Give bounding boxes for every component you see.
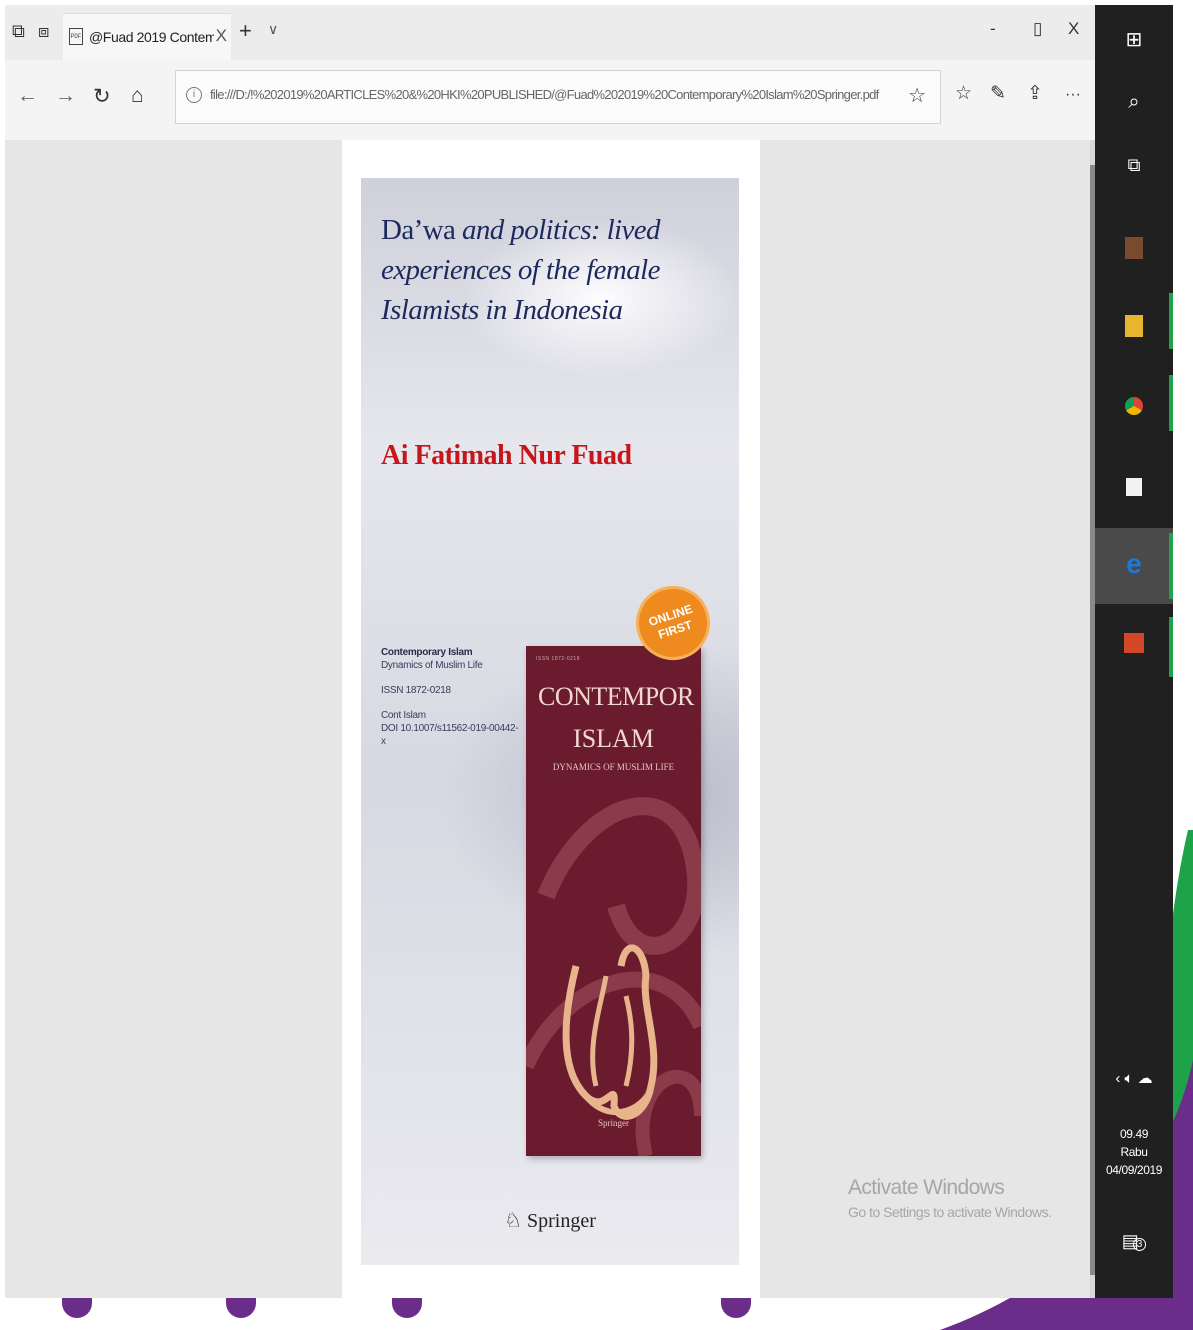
system-tray-icons[interactable]: ‹ 🔈︎ ☁︎ — [1095, 1069, 1173, 1087]
taskbar-clock[interactable]: 09.49 Rabu 04/09/2019 — [1095, 1125, 1173, 1179]
favorites-icon[interactable]: ☆ — [955, 82, 972, 105]
notification-center-icon[interactable]: ▤3 — [1095, 1231, 1173, 1252]
publisher-name: Springer — [527, 1210, 596, 1232]
clock-day: Rabu — [1120, 1145, 1148, 1159]
tab-close-button[interactable]: X — [216, 26, 227, 46]
clock-time: 09.49 — [1119, 1127, 1149, 1141]
browser-window: ⧉ ⧈ PDF @Fuad 2019 Contempc X + ∨ - ▯ X … — [5, 5, 1095, 1298]
publisher-logo: ♘ Springer — [361, 1208, 739, 1233]
task-view-icon[interactable]: ⧉ — [1095, 155, 1173, 176]
favorite-star-icon[interactable]: ☆ — [908, 83, 926, 108]
new-tab-button[interactable]: + — [239, 18, 252, 44]
pen-icon[interactable]: ✎ — [990, 82, 1006, 105]
share-icon[interactable]: ⇪ — [1027, 82, 1043, 105]
tab-bar: ⧉ ⧈ PDF @Fuad 2019 Contempc X + ∨ - ▯ X — [5, 5, 1095, 60]
cover-publisher: Springer — [598, 1118, 629, 1128]
running-indicator — [1169, 375, 1173, 431]
minimize-button[interactable]: - — [990, 19, 996, 39]
windows-taskbar: ⊞ ⌕ ⧉ e ‹ 🔈︎ ☁︎ 09.49 Rabu 04/09/2019 ▤3 — [1095, 5, 1173, 1298]
powerpoint-icon[interactable] — [1095, 625, 1173, 665]
article-cover: Da’wa and politics: lived experiences of… — [361, 178, 739, 1265]
cover-small-print: ISSN 1872-0218 — [536, 656, 580, 662]
notification-count: 3 — [1132, 1238, 1147, 1251]
refresh-icon[interactable]: ↻ — [93, 84, 111, 109]
running-indicator — [1169, 617, 1173, 677]
taskbar-app-photo[interactable] — [1095, 233, 1173, 265]
restore-tabs-icon[interactable]: ⧈ — [38, 21, 49, 41]
calligraphy-illustration — [526, 797, 701, 1156]
onedrive-icon[interactable]: ☁︎ — [1138, 1070, 1153, 1087]
running-indicator — [1169, 293, 1173, 349]
forward-icon[interactable]: → — [55, 84, 76, 108]
url-text[interactable]: file:///D:/!%202019%20ARTICLES%20&%20HKI… — [210, 87, 879, 102]
issn: ISSN 1872-0218 — [381, 685, 451, 696]
chrome-icon[interactable] — [1095, 387, 1173, 427]
springer-knight-icon: ♘ — [504, 1210, 523, 1232]
journal-metadata: Contemporary Islam Dynamics of Muslim Li… — [381, 646, 521, 748]
journal-cover-image: ISSN 1872-0218 CONTEMPOR ISLAM DYNAMICS … — [526, 646, 701, 1156]
watermark-subtitle: Go to Settings to activate Windows. — [848, 1204, 1052, 1220]
close-window-button[interactable]: X — [1068, 19, 1079, 39]
article-title: Da’wa and politics: lived experiences of… — [381, 210, 731, 330]
home-icon[interactable]: ⌂ — [131, 84, 144, 108]
journal-abbrev: Cont Islam — [381, 710, 426, 721]
tab-active[interactable]: PDF @Fuad 2019 Contempc X — [63, 13, 231, 60]
running-indicator — [1169, 533, 1173, 599]
journal-subtitle: Dynamics of Muslim Life — [381, 660, 483, 671]
activate-windows-watermark: Activate Windows Go to Settings to activ… — [848, 1176, 1052, 1220]
cover-title-line1: CONTEMPOR — [538, 682, 694, 711]
article-author: Ai Fatimah Nur Fuad — [381, 440, 632, 471]
chevron-left-icon[interactable]: ‹ — [1115, 1070, 1120, 1087]
back-icon[interactable]: ← — [17, 84, 38, 108]
cover-title-line2: ISLAM — [573, 724, 654, 753]
tab-title: @Fuad 2019 Contempc — [89, 29, 214, 45]
maximize-button[interactable]: ▯ — [1033, 19, 1042, 39]
pdf-page: Da’wa and politics: lived experiences of… — [342, 140, 760, 1298]
store-icon[interactable] — [1095, 468, 1173, 508]
more-button[interactable]: ··· — [1065, 86, 1081, 104]
site-info-icon[interactable]: i — [186, 87, 202, 103]
file-explorer-icon[interactable] — [1095, 307, 1173, 347]
tab-preview-dropdown[interactable]: ∨ — [268, 21, 278, 38]
edge-icon[interactable]: e — [1095, 528, 1173, 604]
cover-subtitle: DYNAMICS OF MUSLIM LIFE — [552, 762, 675, 772]
start-windows-icon[interactable]: ⊞ — [1095, 27, 1173, 52]
address-toolbar: ← → ↻ ⌂ i file:///D:/!%202019%20ARTICLES… — [5, 60, 1095, 141]
search-icon[interactable]: ⌕ — [1095, 91, 1173, 114]
journal-name: Contemporary Islam — [381, 647, 473, 658]
clock-date: 04/09/2019 — [1105, 1163, 1163, 1177]
volume-icon[interactable]: 🔈︎ — [1124, 1070, 1133, 1087]
watermark-title: Activate Windows — [848, 1176, 1005, 1199]
pdf-file-icon: PDF — [69, 28, 83, 45]
article-title-roman: Da’wa — [381, 214, 456, 246]
doi: DOI 10.1007/s11562-019-00442-x — [381, 723, 519, 747]
address-bar[interactable]: i file:///D:/!%202019%20ARTICLES%20&%20H… — [175, 70, 941, 124]
pdf-viewer[interactable]: Da’wa and politics: lived experiences of… — [5, 140, 1095, 1298]
tabs-aside-icon[interactable]: ⧉ — [12, 21, 25, 41]
